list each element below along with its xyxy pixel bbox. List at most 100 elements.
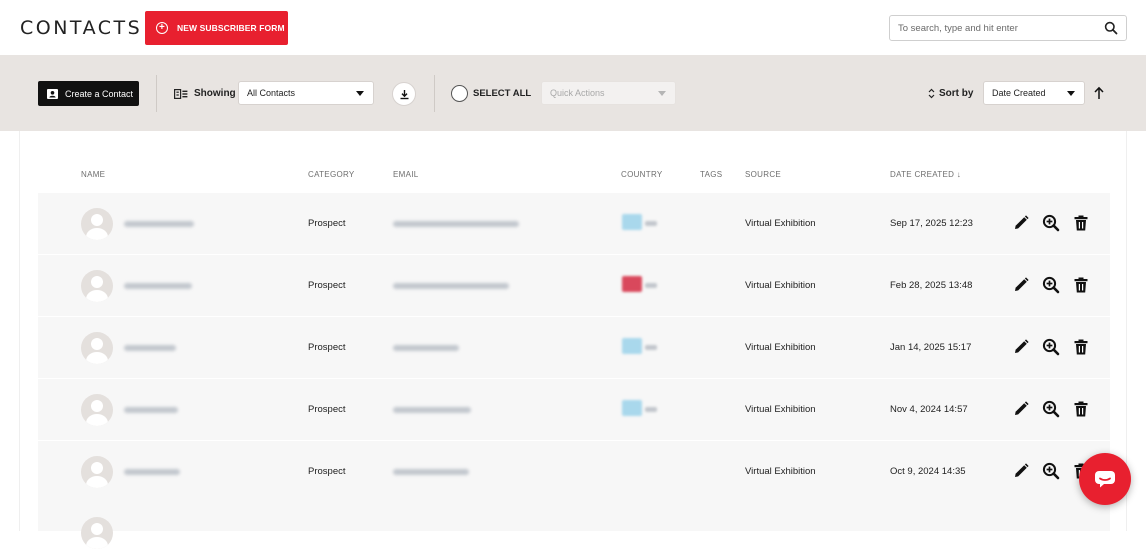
row-actions: [1012, 337, 1090, 357]
source-cell: Virtual Exhibition: [745, 280, 816, 291]
avatar-icon: [81, 332, 113, 364]
chevron-down-icon: [658, 91, 666, 96]
category-cell: Prospect: [308, 218, 346, 229]
avatar-icon: [81, 456, 113, 488]
avatar-icon: [81, 270, 113, 302]
search-icon[interactable]: [1104, 21, 1118, 35]
download-icon: [400, 89, 408, 99]
quick-actions-select[interactable]: Quick Actions: [541, 81, 676, 105]
showing-select[interactable]: All Contacts: [238, 81, 374, 105]
column-header-source[interactable]: SOURCE: [745, 170, 781, 179]
email-redacted: [393, 407, 471, 413]
contact-name-redacted[interactable]: [124, 283, 192, 289]
search-box[interactable]: [889, 15, 1127, 41]
category-cell: Prospect: [308, 404, 346, 415]
download-button[interactable]: [392, 82, 416, 106]
contact-card-icon: [47, 88, 58, 99]
trash-icon[interactable]: [1072, 276, 1090, 294]
edit-icon[interactable]: [1012, 462, 1030, 480]
page-title: CONTACTS: [20, 17, 143, 39]
date-created-cell: Feb 28, 2025 13:48: [890, 280, 973, 291]
country-code-redacted: [645, 283, 657, 288]
source-cell: Virtual Exhibition: [745, 466, 816, 477]
avatar-icon: [81, 517, 113, 549]
create-contact-button[interactable]: Create a Contact: [38, 81, 139, 106]
contact-name-redacted[interactable]: [124, 469, 180, 475]
country-code-redacted: [645, 345, 657, 350]
trash-icon[interactable]: [1072, 338, 1090, 356]
row-actions: [1012, 213, 1090, 233]
column-header-tags[interactable]: TAGS: [700, 170, 722, 179]
sort-select[interactable]: Date Created: [983, 81, 1085, 105]
column-header-country[interactable]: COUNTRY: [621, 170, 663, 179]
country-code-redacted: [645, 407, 657, 412]
category-cell: Prospect: [308, 280, 346, 291]
avatar-icon: [81, 394, 113, 426]
new-subscriber-form-button[interactable]: + NEW SUBSCRIBER FORM: [145, 11, 288, 45]
toolbar-divider: [156, 75, 157, 112]
date-created-cell: Jan 14, 2025 15:17: [890, 342, 972, 353]
chat-icon: [1095, 471, 1115, 488]
table-row[interactable]: Prospect Virtual Exhibition Sep 17, 2025…: [38, 193, 1110, 255]
new-subscriber-form-label: NEW SUBSCRIBER FORM: [177, 23, 285, 33]
quick-actions-placeholder: Quick Actions: [550, 88, 605, 98]
category-cell: Prospect: [308, 466, 346, 477]
column-header-date-created[interactable]: DATE CREATED ↓: [890, 170, 961, 179]
table-row[interactable]: Prospect Virtual Exhibition Oct 9, 2024 …: [38, 441, 1110, 503]
country-flag-icon: [622, 276, 642, 292]
zoom-in-icon[interactable]: [1042, 276, 1060, 294]
row-actions: [1012, 275, 1090, 295]
toolbar: Create a Contact Showing All Contacts SE…: [0, 55, 1146, 131]
contact-name-redacted[interactable]: [124, 407, 178, 413]
contact-name-redacted[interactable]: [124, 221, 194, 227]
country-flag-icon: [622, 214, 642, 230]
zoom-in-icon[interactable]: [1042, 462, 1060, 480]
country-flag-icon: [622, 338, 642, 354]
trash-icon[interactable]: [1072, 214, 1090, 232]
date-created-cell: Sep 17, 2025 12:23: [890, 218, 973, 229]
column-header-category[interactable]: CATEGORY: [308, 170, 355, 179]
source-cell: Virtual Exhibition: [745, 342, 816, 353]
trash-icon[interactable]: [1072, 400, 1090, 418]
table-row[interactable]: Prospect Virtual Exhibition Jan 14, 2025…: [38, 317, 1110, 379]
table-row[interactable]: Prospect Virtual Exhibition Feb 28, 2025…: [38, 255, 1110, 317]
edit-icon[interactable]: [1012, 214, 1030, 232]
zoom-in-icon[interactable]: [1042, 400, 1060, 418]
select-all-radio[interactable]: [451, 85, 468, 102]
source-cell: Virtual Exhibition: [745, 404, 816, 415]
email-redacted: [393, 469, 469, 475]
country-flag-icon: [622, 400, 642, 416]
zoom-in-icon[interactable]: [1042, 338, 1060, 356]
table-header: NAME CATEGORY EMAIL COUNTRY TAGS SOURCE …: [38, 164, 1110, 192]
category-cell: Prospect: [308, 342, 346, 353]
column-header-name[interactable]: NAME: [81, 170, 105, 179]
create-contact-label: Create a Contact: [65, 88, 134, 99]
table-row[interactable]: Prospect Virtual Exhibition Nov 4, 2024 …: [38, 379, 1110, 441]
search-input[interactable]: [890, 16, 1090, 40]
page-header: CONTACTS + NEW SUBSCRIBER FORM: [0, 0, 1146, 55]
showing-label: Showing: [194, 88, 236, 99]
email-redacted: [393, 221, 519, 227]
email-redacted: [393, 345, 459, 351]
table-row[interactable]: [38, 502, 1110, 549]
edit-icon[interactable]: [1012, 400, 1030, 418]
showing-select-value: All Contacts: [247, 88, 296, 98]
sort-by-label: Sort by: [928, 88, 973, 99]
row-actions: [1012, 399, 1090, 419]
list-view-icon: [174, 89, 188, 99]
column-header-email[interactable]: EMAIL: [393, 170, 419, 179]
contact-name-redacted[interactable]: [124, 345, 176, 351]
edit-icon[interactable]: [1012, 338, 1030, 356]
chevron-down-icon: [1067, 91, 1075, 96]
zoom-in-icon[interactable]: [1042, 214, 1060, 232]
sort-select-value: Date Created: [992, 88, 1046, 98]
chevron-down-icon: [356, 91, 364, 96]
date-created-cell: Oct 9, 2024 14:35: [890, 466, 966, 477]
sort-by-text: Sort by: [939, 88, 974, 99]
arrow-up-icon[interactable]: [1093, 86, 1105, 100]
plus-circle-icon: +: [156, 22, 168, 34]
select-all-label[interactable]: SELECT ALL: [473, 88, 531, 99]
chat-button[interactable]: [1079, 453, 1131, 505]
email-redacted: [393, 283, 509, 289]
edit-icon[interactable]: [1012, 276, 1030, 294]
